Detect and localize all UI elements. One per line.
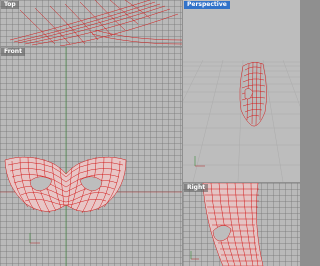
front-mask-wireframe xyxy=(4,156,127,214)
right-view-content xyxy=(190,183,264,266)
top-view-mask-wireframe xyxy=(9,0,182,46)
right-mask-wireframe xyxy=(202,183,264,266)
perspective-grid xyxy=(183,59,300,182)
front-view-content xyxy=(0,47,182,266)
viewport-title-right[interactable]: Right xyxy=(184,184,209,192)
perspective-axis-indicator xyxy=(194,156,205,167)
viewport-top[interactable]: Top xyxy=(0,0,182,46)
right-axis-indicator xyxy=(190,251,199,260)
viewport-right[interactable]: Right xyxy=(183,183,300,266)
viewport-front[interactable]: Front xyxy=(0,47,182,266)
viewport-title-front[interactable]: Front xyxy=(1,48,25,56)
front-axis-indicator xyxy=(29,233,40,244)
perspective-mask-wireframe xyxy=(239,61,267,127)
viewport-title-top[interactable]: Top xyxy=(1,1,19,9)
viewport-perspective[interactable]: Perspective xyxy=(183,0,300,182)
perspective-view-content xyxy=(183,59,300,182)
viewport-title-perspective[interactable]: Perspective xyxy=(184,1,230,9)
